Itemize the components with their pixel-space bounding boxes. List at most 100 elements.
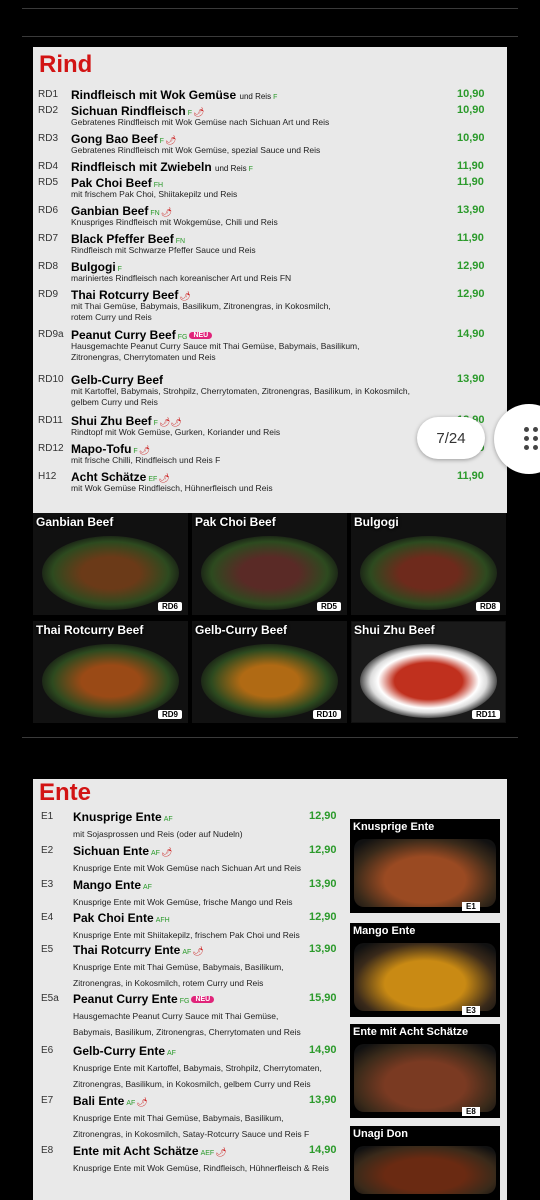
menu-page-ente[interactable]: Ente E1 Knusprige Ente AF mit Sojasprossen … (33, 779, 507, 1200)
item-title-line: Gelb-Curry Ente AF (73, 1044, 176, 1058)
dish-photo[interactable]: Mango Ente E3 (350, 923, 500, 1017)
item-description: Knusprige Ente mit Thai Gemüse, Babymais… (73, 962, 284, 988)
item-title-line: Mango Ente AF (73, 878, 152, 892)
chili-icon: 🌶 (138, 445, 151, 455)
item-title-line: Peanut Curry Beef FG NEU (71, 328, 213, 342)
item-description: Rindtopf mit Wok Gemüse, Gurken, Koriand… (71, 427, 281, 437)
item-name: Ente mit Acht Schätze (73, 1144, 199, 1158)
item-price: 10,90 (457, 88, 485, 100)
page-indicator[interactable]: 7/24 (417, 417, 485, 459)
item-title-line: Rindfleisch mit Wok Gemüse und Reis F (71, 88, 277, 102)
item-description: Knusprige Ente mit Wok Gemüse, Rindfleis… (73, 1163, 329, 1173)
item-name: Thai Rotcurry Beef (71, 288, 179, 302)
item-title-line: Pak Choi Beef FH (71, 176, 163, 190)
new-badge: NEU (191, 996, 215, 1003)
chili-icon: 🌶🌶 (158, 417, 182, 427)
dish-image (354, 1146, 496, 1194)
allergen-tags: AF (167, 1050, 176, 1057)
item-name: Peanut Curry Ente (73, 992, 178, 1006)
item-code: E1 (41, 811, 54, 822)
allergen-tags: AFH (155, 917, 170, 924)
dish-code-badge: RD6 (157, 602, 182, 611)
item-name: Sichuan Ente (73, 844, 150, 858)
allergen-tags: FG (179, 998, 190, 1005)
item-name: Gong Bao Beef (71, 132, 158, 146)
chili-icon: 🌶 (158, 473, 170, 483)
allergen-tags: AF (182, 949, 192, 956)
allergen-tags: FN (175, 238, 186, 245)
dish-photo[interactable]: Thai Rotcurry Beef RD9 (33, 621, 188, 723)
item-description: Knusprige Ente mit Thai Gemüse, Babymais… (73, 1113, 310, 1139)
dish-image (360, 536, 497, 610)
dish-image (354, 943, 496, 1011)
item-name: Thai Rotcurry Ente (73, 943, 181, 957)
dish-photo-caption: Shui Zhu Beef (354, 623, 435, 637)
item-description: mit Sojasprossen und Reis (oder auf Nude… (73, 829, 243, 839)
item-title-line: Bali Ente AF🌶 (73, 1094, 148, 1108)
item-code: E7 (41, 1095, 54, 1106)
item-title-line: Thai Rotcurry Beef🌶 (71, 288, 191, 302)
dish-image (354, 1044, 496, 1112)
dish-photo[interactable]: Bulgogi RD8 (351, 513, 506, 615)
allergen-tags: F (273, 94, 278, 101)
item-code: E5 (41, 944, 54, 955)
section-title-rind: Rind (39, 51, 93, 78)
page-indicator-label: 7/24 (436, 429, 466, 447)
chili-icon: 🌶 (160, 207, 173, 217)
item-description: Knusprige Ente mit Kartoffel, Babymais, … (73, 1063, 322, 1089)
chili-icon: 🌶 (136, 1097, 148, 1107)
item-name-suffix: und Reis (215, 164, 247, 173)
dish-image (360, 644, 497, 718)
item-name: Mapo-Tofu (71, 442, 132, 456)
item-description: Knuspriges Rindfleisch mit Wokgemüse, Ch… (71, 217, 278, 227)
chili-icon: 🌶 (164, 135, 177, 145)
item-name: Black Pfeffer Beef (71, 232, 174, 246)
item-name: Knusprige Ente (73, 810, 162, 824)
dish-code-badge: E1 (462, 902, 480, 911)
dish-photo[interactable]: Shui Zhu Beef RD11 (351, 621, 506, 723)
item-price: 13,90 (309, 1094, 337, 1106)
dish-photo[interactable]: Ente mit Acht Schätze E8 (350, 1024, 500, 1118)
dish-photo[interactable]: Pak Choi Beef RD5 (192, 513, 347, 615)
item-description: Rindfleisch mit Schwarze Pfeffer Sauce u… (71, 245, 256, 255)
item-description: Knusprige Ente mit Wok Gemüse, frische M… (73, 897, 293, 907)
item-price: 14,90 (309, 1144, 337, 1156)
item-price: 14,90 (309, 1044, 337, 1056)
item-title-line: Thai Rotcurry Ente AF🌶 (73, 943, 204, 957)
item-description: mariniertes Rindfleisch nach koreanische… (71, 273, 292, 283)
dish-photo-caption: Unagi Don (353, 1128, 408, 1140)
item-title-line: Sichuan Rindfleisch F🌶 (71, 104, 204, 118)
item-price: 13,90 (457, 204, 485, 216)
dish-photo-caption: Mango Ente (353, 925, 416, 937)
item-title-line: Gong Bao Beef F🌶 (71, 132, 176, 146)
item-name-suffix: und Reis (239, 92, 272, 101)
dish-photo-caption: Knusprige Ente (353, 821, 435, 833)
item-description: mit frische Chilli, Rindfleisch und Reis… (71, 455, 221, 465)
item-title-line: Black Pfeffer Beef FN (71, 232, 185, 246)
item-code: RD8 (38, 261, 59, 272)
allergen-tags: F (248, 166, 253, 173)
allergen-tags: AF (143, 884, 152, 891)
item-title-line: Bulgogi F (71, 260, 122, 274)
new-badge: NEU (189, 332, 213, 339)
item-name: Pak Choi Beef (71, 176, 152, 190)
item-name: Bulgogi (71, 260, 116, 274)
item-name: Rindfleisch mit Zwiebeln (71, 160, 212, 174)
item-price: 11,90 (457, 470, 484, 482)
allergen-tags: AF (163, 816, 173, 823)
dish-code-badge: RD8 (475, 602, 500, 611)
dish-photo[interactable]: Ganbian Beef RD6 (33, 513, 188, 615)
section-title-ente: Ente (39, 779, 92, 806)
dish-code-badge: RD10 (312, 710, 341, 719)
item-price: 11,90 (457, 160, 484, 172)
dish-image (42, 536, 179, 610)
item-title-line: Acht Schätze EF🌶 (71, 470, 170, 484)
dish-photo[interactable]: Unagi Don (350, 1126, 500, 1200)
dish-photo[interactable]: Gelb-Curry Beef RD10 (192, 621, 347, 723)
dish-photo[interactable]: Knusprige Ente E1 (350, 819, 500, 913)
item-name: Sichuan Rindfleisch (71, 104, 186, 118)
dish-image (201, 644, 338, 718)
dish-photo-caption: Bulgogi (354, 515, 399, 529)
item-price: 13,90 (457, 373, 485, 385)
item-price: 15,90 (309, 992, 337, 1004)
